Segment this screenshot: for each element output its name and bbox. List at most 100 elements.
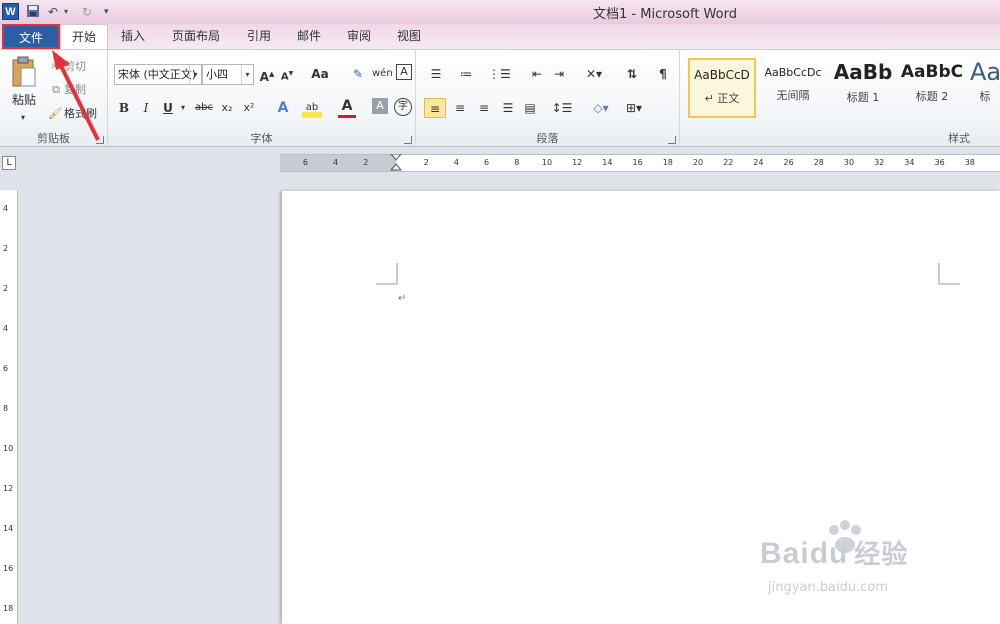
style-name: 标题 2: [915, 90, 949, 103]
font-name-combo[interactable]: 宋体 (中文正文) ▾: [114, 64, 202, 85]
font-name-value: 宋体 (中文正文): [118, 68, 197, 81]
style-name: 无间隔: [776, 89, 810, 102]
char-shading-icon[interactable]: A: [372, 98, 388, 114]
ruler-tick-label: 8: [514, 158, 520, 167]
align-right-icon[interactable]: ≡: [474, 98, 494, 118]
styles-group: AaBbCcD ↵ 正文 AaBbCcDc 无间隔 AaBb 标题 1 AaBb…: [680, 50, 1000, 148]
style-heading2[interactable]: AaBbC 标题 2: [900, 58, 964, 118]
vruler-tick-label: 2: [3, 284, 9, 293]
multilevel-list-icon[interactable]: ⋮☰: [488, 64, 511, 84]
italic-icon[interactable]: I: [138, 98, 154, 118]
font-size-dropdown-icon[interactable]: ▾: [241, 65, 253, 84]
watermark-brand2: du: [809, 537, 849, 570]
sort-icon[interactable]: ⇅: [622, 64, 642, 84]
paragraph-launcher-icon[interactable]: [668, 136, 676, 144]
font-size-combo[interactable]: 小四 ▾: [202, 64, 254, 85]
bullets-icon[interactable]: ☰: [426, 64, 446, 84]
style-title[interactable]: Aa 标: [970, 58, 1000, 118]
font-color-icon[interactable]: A: [338, 98, 356, 118]
underline-dropdown-icon[interactable]: ▾: [178, 98, 188, 118]
paragraph-group-label: 段落: [536, 132, 559, 145]
ruler-tick-label: 4: [333, 158, 339, 167]
style-sample: AaBbC: [900, 62, 964, 82]
clear-format-icon[interactable]: ✎: [348, 64, 368, 84]
highlight-icon[interactable]: ab: [302, 98, 322, 118]
vruler-tick-label: 18: [3, 604, 14, 613]
numbering-icon[interactable]: ≔: [456, 64, 476, 84]
font-name-dropdown-icon[interactable]: ▾: [189, 65, 201, 84]
watermark-brand: Bai: [760, 537, 810, 570]
align-left-icon[interactable]: ≡: [424, 98, 446, 118]
vruler-tick-label: 6: [3, 364, 9, 373]
justify-icon[interactable]: ☰: [498, 98, 518, 118]
indent-marker-icon[interactable]: [388, 154, 408, 172]
vruler-tick-label: 16: [3, 564, 14, 573]
ruler-tick-label: 22: [723, 158, 734, 167]
ruler-tick-label: 34: [904, 158, 915, 167]
word-window: W ↶ ▾ ↻ ▾ 文档1 - Microsoft Word 文件 开始 插入 …: [0, 0, 1000, 624]
strikethrough-icon[interactable]: abc: [194, 98, 214, 118]
font-size-value: 小四: [206, 68, 228, 81]
ribbon-tabs: 文件 开始 插入 页面布局 引用 邮件 审阅 视图: [0, 24, 1000, 50]
tab-mailings[interactable]: 邮件: [286, 24, 332, 49]
enclose-char-icon[interactable]: 字: [394, 98, 412, 116]
annotation-arrow-icon: [52, 50, 100, 141]
decrease-indent-icon[interactable]: ⇤: [528, 64, 546, 84]
style-sample: Aa: [970, 58, 1000, 86]
ruler-tick-label: 10: [541, 158, 553, 167]
shrink-font-icon[interactable]: A▼: [278, 64, 296, 84]
subscript-icon[interactable]: x₂: [218, 98, 236, 118]
style-normal[interactable]: AaBbCcD ↵ 正文: [688, 58, 756, 118]
style-sample: AaBb: [833, 60, 893, 84]
chinese-layout-icon[interactable]: ✕▾: [582, 64, 606, 84]
vruler-tick-label: 12: [3, 484, 14, 493]
crop-mark-top-left: [376, 263, 398, 285]
vertical-ruler[interactable]: 4 2 2 4 6 8 10 12 14 16 18: [0, 190, 18, 624]
increase-indent-icon[interactable]: ⇥: [550, 64, 568, 84]
superscript-icon[interactable]: x²: [240, 98, 258, 118]
tab-page-layout[interactable]: 页面布局: [160, 24, 232, 49]
style-sample: AaBbCcD: [694, 68, 750, 82]
borders-icon[interactable]: ⊞▾: [622, 98, 646, 118]
vruler-tick-label: 14: [3, 524, 14, 533]
ruler-tick-label: 16: [632, 158, 643, 167]
crop-mark-top-right: [938, 263, 960, 285]
ruler-tick-label: 6: [484, 158, 490, 167]
text-effects-icon[interactable]: A: [274, 98, 292, 118]
show-marks-icon[interactable]: ¶: [654, 64, 672, 84]
font-group-label: 字体: [250, 132, 273, 145]
tab-view[interactable]: 视图: [386, 24, 432, 49]
ruler-tick-label: 36: [934, 158, 945, 167]
font-group: 宋体 (中文正文) ▾ 小四 ▾ A▲ A▼ Aa ✎ wén A B I U ▾ …: [108, 50, 416, 148]
style-name: ↵ 正文: [704, 92, 740, 105]
tab-review[interactable]: 审阅: [336, 24, 382, 49]
style-no-spacing[interactable]: AaBbCcDc 无间隔: [760, 58, 826, 118]
font-launcher-icon[interactable]: [404, 136, 412, 144]
line-spacing-icon[interactable]: ↕☰: [550, 98, 574, 118]
char-border-icon[interactable]: A: [396, 64, 412, 80]
horizontal-ruler[interactable]: 6 4 2 2 4 6 8 10 12 14 16 18 20 22 24 26 28 30 32 34 36 38: [280, 154, 1000, 172]
shading-icon[interactable]: ◇▾: [590, 98, 612, 118]
ruler-tick-label: 38: [964, 158, 975, 167]
change-case-icon[interactable]: Aa: [308, 64, 332, 84]
ruler-tick-label: 6: [302, 158, 308, 167]
ruler-tick-label: 24: [753, 158, 764, 167]
ruler-tick-label: 4: [453, 158, 459, 167]
title-bar: W ↶ ▾ ↻ ▾ 文档1 - Microsoft Word: [0, 0, 1000, 24]
underline-icon[interactable]: U: [160, 98, 176, 118]
ruler-tick-label: 18: [662, 158, 673, 167]
distributed-icon[interactable]: ▤: [520, 98, 540, 118]
style-heading1[interactable]: AaBb 标题 1: [830, 58, 896, 118]
phonetic-guide-icon[interactable]: wén: [372, 64, 393, 84]
grow-font-icon[interactable]: A▲: [258, 64, 276, 84]
tab-references[interactable]: 引用: [236, 24, 282, 49]
ruler-tick-label: 20: [692, 158, 704, 167]
ruler-tick-label: 12: [572, 158, 583, 167]
align-center-icon[interactable]: ≡: [450, 98, 470, 118]
ruler-tick-label: 14: [602, 158, 613, 167]
baidu-watermark: Baidu 经验 jingyan.baidu.com: [760, 520, 990, 620]
styles-group-label: 样式: [948, 132, 970, 145]
ruler-tick-label: 32: [874, 158, 885, 167]
vruler-tick-label: 2: [3, 244, 9, 253]
ruler-tick-label: 2: [363, 158, 369, 167]
